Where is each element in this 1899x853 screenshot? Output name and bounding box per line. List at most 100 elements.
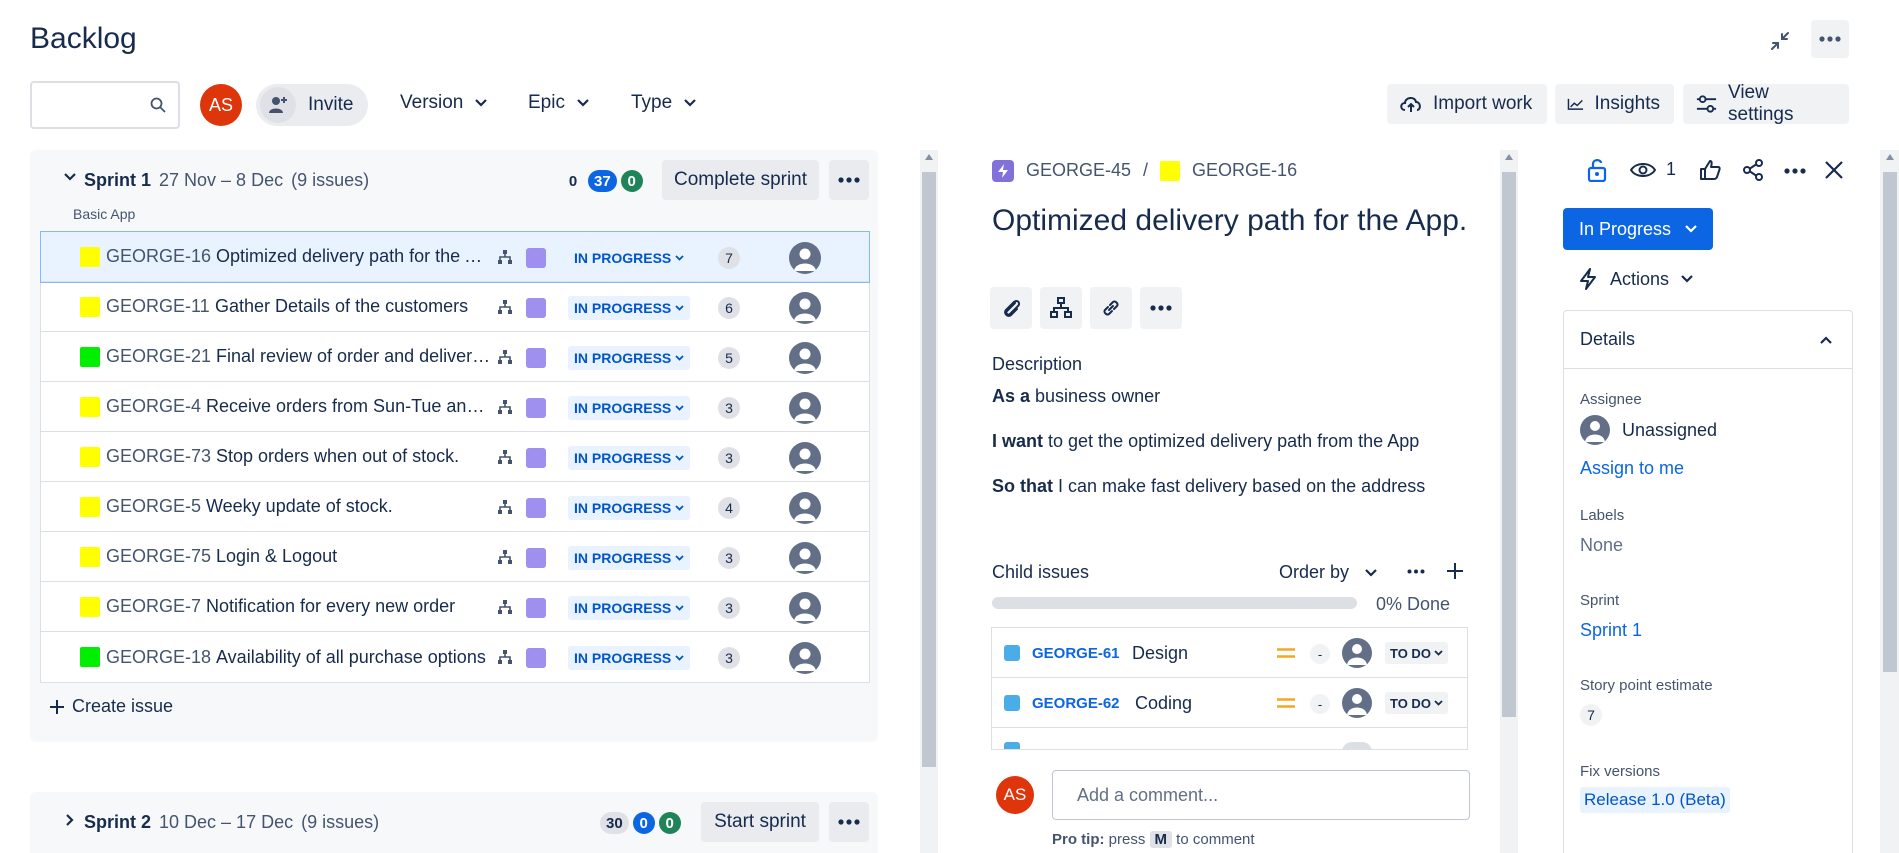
story-points[interactable]: 5 <box>718 347 740 369</box>
more-actions-button[interactable] <box>1140 287 1182 329</box>
issue-row[interactable]: GEORGE-18 Availability of all purchase op… <box>41 632 869 682</box>
create-issue-button[interactable]: Create issue <box>50 696 173 717</box>
scroll-up-icon[interactable] <box>1886 154 1894 160</box>
search-field[interactable] <box>40 83 150 123</box>
scroll-thumb[interactable] <box>1502 172 1516 717</box>
status-dropdown[interactable]: IN PROGRESS <box>568 346 691 370</box>
labels-value[interactable]: None <box>1580 535 1623 556</box>
status-dropdown[interactable]: TO DO <box>1385 642 1448 664</box>
status-dropdown[interactable]: IN PROGRESS <box>568 496 691 520</box>
order-by-dropdown[interactable]: Order by <box>1279 562 1377 583</box>
avatar[interactable]: AS <box>200 84 242 126</box>
type-filter[interactable]: Type <box>631 92 696 114</box>
assignee-avatar[interactable] <box>789 442 821 474</box>
assignee-field[interactable]: Unassigned <box>1580 415 1717 445</box>
add-child-button[interactable] <box>1040 287 1082 329</box>
status-dropdown[interactable]: IN PROGRESS <box>568 246 691 270</box>
invite-button[interactable]: Invite <box>256 84 368 126</box>
hierarchy-icon[interactable] <box>497 549 513 565</box>
insights-button[interactable]: Insights <box>1555 84 1674 124</box>
child-issue-key[interactable]: GEORGE-61 <box>1032 645 1120 662</box>
child-issue-row[interactable] <box>992 728 1467 750</box>
issue-row[interactable]: GEORGE-5 Weeky update of stock. IN PROGRES… <box>41 482 869 532</box>
issue-key[interactable]: GEORGE-11 <box>106 296 210 317</box>
assignee-avatar[interactable] <box>789 242 821 274</box>
search-input[interactable] <box>30 81 180 129</box>
details-header[interactable]: Details <box>1564 311 1852 369</box>
story-points[interactable]: 3 <box>718 397 740 419</box>
detail-scrollbar[interactable] <box>1500 150 1518 853</box>
assignee-avatar[interactable] <box>1342 638 1372 668</box>
status-dropdown[interactable]: IN PROGRESS <box>568 596 691 620</box>
fix-version-tag[interactable]: Release 1.0 (Beta) <box>1580 787 1730 813</box>
status-dropdown[interactable]: IN PROGRESS <box>568 646 691 670</box>
issue-row[interactable]: GEORGE-11 Gather Details of the customers… <box>41 282 869 332</box>
hierarchy-icon[interactable] <box>497 299 513 315</box>
assignee-avatar[interactable] <box>789 492 821 524</box>
issue-key[interactable]: GEORGE-4 <box>106 396 201 417</box>
comment-input[interactable]: Add a comment... <box>1052 770 1470 820</box>
watch-button[interactable]: 1 <box>1630 159 1676 180</box>
issue-key[interactable]: GEORGE-21 <box>106 346 211 367</box>
story-points[interactable]: 7 <box>718 247 740 269</box>
assign-to-me-link[interactable]: Assign to me <box>1580 458 1684 479</box>
story-points[interactable]: 4 <box>718 497 740 519</box>
assignee-avatar[interactable] <box>789 542 821 574</box>
sprint-more-button[interactable] <box>829 160 869 200</box>
issue-key[interactable]: GEORGE-7 <box>106 596 201 617</box>
chevron-down-icon[interactable] <box>64 173 76 181</box>
sprint-more-button[interactable] <box>829 802 869 842</box>
issue-key[interactable]: GEORGE-16 <box>106 246 211 267</box>
status-dropdown[interactable]: IN PROGRESS <box>568 396 691 420</box>
thumbs-up-icon[interactable] <box>1699 159 1721 181</box>
scroll-thumb[interactable] <box>922 172 936 767</box>
hierarchy-icon[interactable] <box>497 599 513 615</box>
description-body[interactable]: As a business owner I want to get the op… <box>992 386 1425 521</box>
assignee-avatar[interactable] <box>789 392 821 424</box>
issue-title[interactable]: Optimized delivery path for the App. <box>992 203 1472 239</box>
status-dropdown[interactable]: IN PROGRESS <box>568 546 691 570</box>
story-points[interactable]: - <box>1310 644 1330 664</box>
sidebar-scrollbar[interactable] <box>1880 150 1899 853</box>
issue-key[interactable]: GEORGE-18 <box>106 647 211 668</box>
story-points[interactable]: - <box>1310 694 1330 714</box>
import-work-button[interactable]: Import work <box>1387 84 1547 124</box>
more-icon[interactable] <box>1407 569 1425 574</box>
minimize-icon[interactable] <box>1761 22 1799 60</box>
scroll-thumb[interactable] <box>1883 172 1897 672</box>
issue-row[interactable]: GEORGE-4 Receive orders from Sun-Tue and … <box>41 382 869 432</box>
sprint-value[interactable]: Sprint 1 <box>1580 620 1642 641</box>
assignee-avatar[interactable] <box>1342 688 1372 718</box>
backlog-scrollbar[interactable] <box>920 150 938 853</box>
close-icon[interactable] <box>1825 161 1843 179</box>
actions-dropdown[interactable]: Actions <box>1578 268 1693 290</box>
assignee-avatar[interactable] <box>789 592 821 624</box>
hierarchy-icon[interactable] <box>497 249 513 265</box>
plus-icon[interactable] <box>1447 563 1463 579</box>
child-issue-key[interactable]: GEORGE-62 <box>1032 695 1120 712</box>
issue-row[interactable]: GEORGE-75 Login & Logout IN PROGRESS 3 <box>41 532 869 582</box>
version-filter[interactable]: Version <box>400 92 488 114</box>
attach-button[interactable] <box>990 287 1032 329</box>
story-points[interactable]: 3 <box>718 597 740 619</box>
child-issue-row[interactable]: GEORGE-61 Design - TO DO <box>992 628 1467 678</box>
epic-filter[interactable]: Epic <box>528 92 589 114</box>
story-points-value[interactable]: 7 <box>1580 704 1602 726</box>
assignee-avatar[interactable] <box>789 292 821 324</box>
status-dropdown[interactable]: IN PROGRESS <box>568 296 691 320</box>
scroll-up-icon[interactable] <box>1505 154 1513 160</box>
issue-key-link[interactable]: GEORGE-16 <box>1192 160 1297 181</box>
hierarchy-icon[interactable] <box>497 499 513 515</box>
view-settings-button[interactable]: View settings <box>1683 82 1849 125</box>
story-points[interactable]: 3 <box>718 647 740 669</box>
issue-row[interactable]: GEORGE-16 Optimized delivery path for the… <box>40 231 870 283</box>
complete-sprint-button[interactable]: Complete sprint <box>662 160 819 200</box>
assignee-avatar[interactable] <box>789 642 821 674</box>
hierarchy-icon[interactable] <box>497 649 513 665</box>
status-dropdown[interactable]: In Progress <box>1563 208 1713 250</box>
link-issue-button[interactable] <box>1090 287 1132 329</box>
scroll-up-icon[interactable] <box>925 154 933 160</box>
start-sprint-button[interactable]: Start sprint <box>701 802 819 842</box>
more-icon[interactable] <box>1784 168 1806 174</box>
hierarchy-icon[interactable] <box>497 399 513 415</box>
